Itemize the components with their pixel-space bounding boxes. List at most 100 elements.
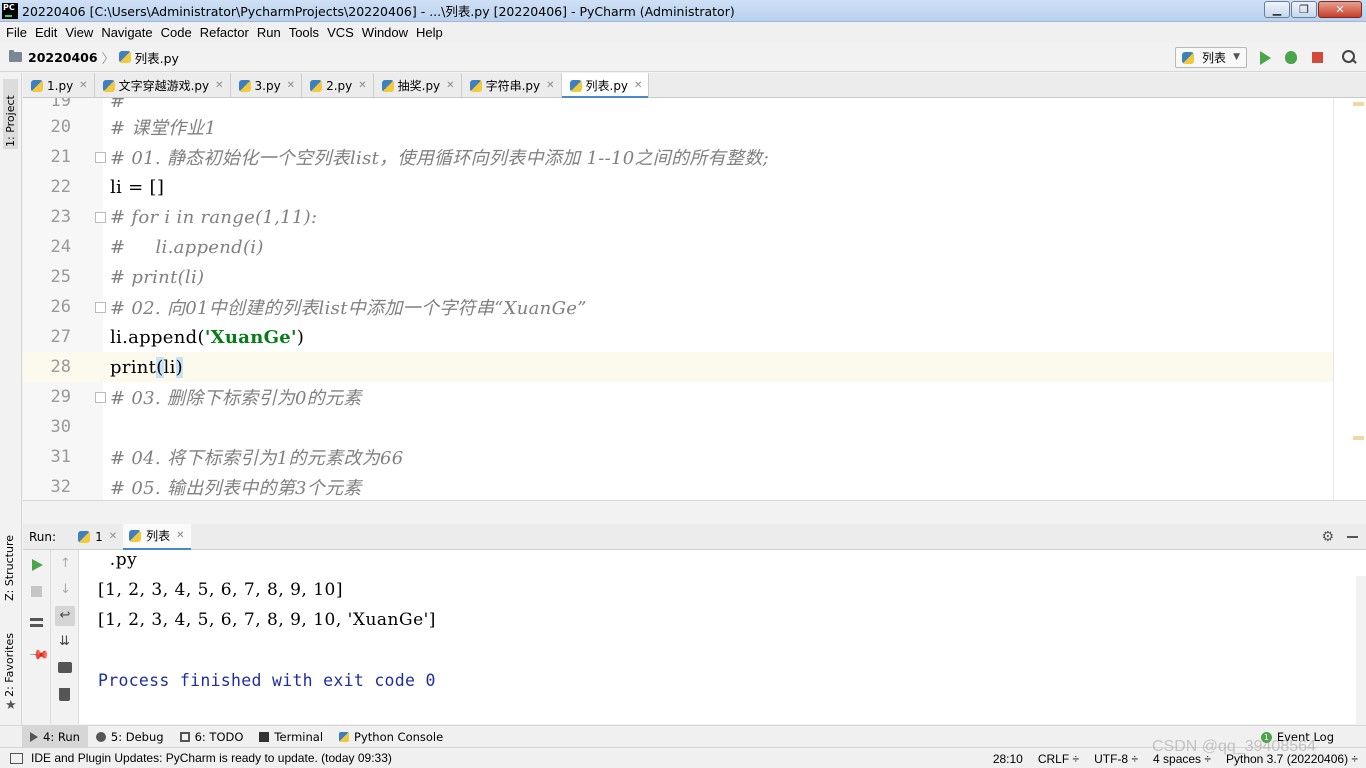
tool-window-label: 6: TODO [194,729,244,744]
tool-window-debug[interactable]: 5: Debug [88,726,172,748]
close-button[interactable]: ✕ [1318,1,1362,18]
run-tab[interactable]: 1 ✕ [72,524,123,550]
stop-icon[interactable] [1312,52,1323,63]
editor-tab[interactable]: 3.py ✕ [231,73,303,98]
rerun-icon[interactable] [32,559,43,571]
close-icon[interactable]: ✕ [358,80,366,91]
fold-icon[interactable] [95,391,106,403]
print-icon[interactable] [58,662,72,673]
layout-icon[interactable] [30,618,43,627]
run-icon[interactable] [1260,51,1271,65]
console-output[interactable]: .py [1, 2, 3, 4, 5, 6, 7, 8, 9, 10] [1, … [79,550,1366,724]
status-message[interactable]: IDE and Plugin Updates: PyCharm is ready… [31,751,392,765]
panel-splitter[interactable] [23,500,1366,524]
tool-window-todo[interactable]: 6: TODO [172,726,252,748]
menu-run[interactable]: Run [253,25,285,40]
close-icon[interactable]: ✕ [634,80,642,91]
minimize-icon[interactable] [1347,536,1358,538]
warning-marker[interactable] [1353,436,1364,440]
editor-tab[interactable]: 字符串.py ✕ [462,73,562,98]
restore-button[interactable]: ❐ [1291,1,1317,18]
code-editor[interactable]: 19 # 20 # 课堂作业1 21 # 01. 静态初始化一个空列表list，… [23,98,1366,500]
code-line[interactable]: 29 # 03. 删除下标索引为0的元素 [23,382,1333,412]
menu-window[interactable]: Window [358,25,412,40]
tool-window-run[interactable]: 4: Run [22,725,88,748]
menu-edit[interactable]: Edit [31,25,61,40]
menu-help[interactable]: Help [412,25,447,40]
code-line[interactable]: 21 # 01. 静态初始化一个空列表list，使用循环向列表中添加 1--10… [23,142,1333,172]
menu-file[interactable]: File [2,25,31,40]
todo-icon [179,731,190,742]
console-line: .py [98,550,138,570]
close-icon[interactable]: ✕ [446,80,454,91]
soft-wrap-icon[interactable]: ↩ [55,606,75,626]
fold-icon[interactable] [95,301,106,313]
code-line[interactable]: 23 # for i in range(1,11): [23,202,1333,232]
gear-icon[interactable]: ⚙ [1321,529,1334,545]
code-line-current[interactable]: 28 print(li) [23,352,1333,382]
code-line[interactable]: 32 # 05. 输出列表中的第3个元素 [23,472,1333,500]
code-line[interactable]: 20 # 课堂作业1 [23,112,1333,142]
tool-window-python-console[interactable]: Python Console [331,726,451,748]
close-icon[interactable]: ✕ [546,80,554,91]
fold-icon[interactable] [95,151,106,163]
close-icon[interactable]: ✕ [176,530,184,541]
star-icon[interactable]: ★ [5,698,17,713]
fold-icon[interactable] [95,211,106,223]
menu-navigate[interactable]: Navigate [97,25,156,40]
code-line[interactable]: 22 li = [] [23,172,1333,202]
run-toolbar: 📌 [23,550,51,724]
run-tab-active[interactable]: 列表 ✕ [123,523,191,550]
breadcrumb-project[interactable]: 20220406 [28,50,98,65]
navigation-bar: 20220406 〉 列表.py 列表 ▼ [0,43,1366,72]
run-configuration-select[interactable]: 列表 ▼ [1175,47,1247,68]
code-line[interactable]: 24 # li.append(i) [23,232,1333,262]
python-interpreter[interactable]: Python 3.7 (20220406) ÷ [1226,752,1358,766]
menu-tools[interactable]: Tools [285,25,323,40]
debug-icon[interactable] [1285,51,1297,64]
caret-position[interactable]: 28:10 [993,752,1023,766]
editor-tab[interactable]: 1.py ✕ [23,73,95,98]
pin-icon[interactable]: 📌 [28,644,50,666]
code-text: # 04. 将下标索引为1的元素改为66 [110,448,404,469]
close-icon[interactable]: ✕ [109,531,117,542]
console-scrollbar[interactable] [1356,576,1366,724]
file-encoding[interactable]: UTF-8 ÷ [1094,752,1138,766]
arrow-down-icon[interactable]: ↓ [60,582,71,597]
line-number: 32 [50,477,71,497]
tool-window-label: Terminal [274,729,324,744]
menu-refactor[interactable]: Refactor [196,25,253,40]
editor-tab[interactable]: 文字穿越游戏.py ✕ [95,73,231,98]
close-icon[interactable]: ✕ [79,80,87,91]
tool-window-bar: 4: Run 5: Debug 6: TODO Terminal Python … [0,725,1366,748]
code-line[interactable]: 31 # 04. 将下标索引为1的元素改为66 [23,442,1333,472]
menu-code[interactable]: Code [157,25,196,40]
stop-icon[interactable] [31,586,42,597]
close-icon[interactable]: ✕ [287,80,295,91]
editor-tab[interactable]: 2.py ✕ [302,73,374,98]
tool-window-terminal[interactable]: Terminal [251,726,331,748]
editor-tab-active[interactable]: 列表.py ✕ [561,73,650,99]
tool-tab-favorites[interactable]: 2: Favorites [3,633,16,697]
code-line[interactable]: 25 # print(li) [23,262,1333,292]
code-line[interactable]: 27 li.append('XuanGe') [23,322,1333,352]
minimize-button[interactable]: ▁ [1264,1,1290,18]
tool-tab-project[interactable]: 1: Project [3,79,18,149]
event-log-button[interactable]: 1 Event Log [1260,726,1334,748]
tool-tab-structure[interactable]: Z: Structure [3,535,16,601]
menu-view[interactable]: View [61,25,97,40]
warning-marker[interactable] [1353,102,1364,106]
line-separator[interactable]: CRLF ÷ [1038,752,1079,766]
close-icon[interactable]: ✕ [215,80,223,91]
code-line[interactable]: 26 # 02. 向01中创建的列表list中添加一个字符串“XuanGe” [23,292,1333,322]
scroll-to-end-icon[interactable]: ⇊ [59,634,70,649]
trash-icon[interactable] [59,688,70,701]
arrow-up-icon[interactable]: ↑ [60,556,71,571]
menu-vcs[interactable]: VCS [323,25,358,40]
panel-toggle-icon[interactable] [10,752,23,764]
search-icon[interactable] [1341,49,1357,65]
indent-setting[interactable]: 4 spaces ÷ [1153,752,1211,766]
editor-tab[interactable]: 抽奖.py ✕ [374,73,462,98]
code-line[interactable]: 30 [23,412,1333,442]
breadcrumb-file[interactable]: 列表.py [135,48,179,67]
